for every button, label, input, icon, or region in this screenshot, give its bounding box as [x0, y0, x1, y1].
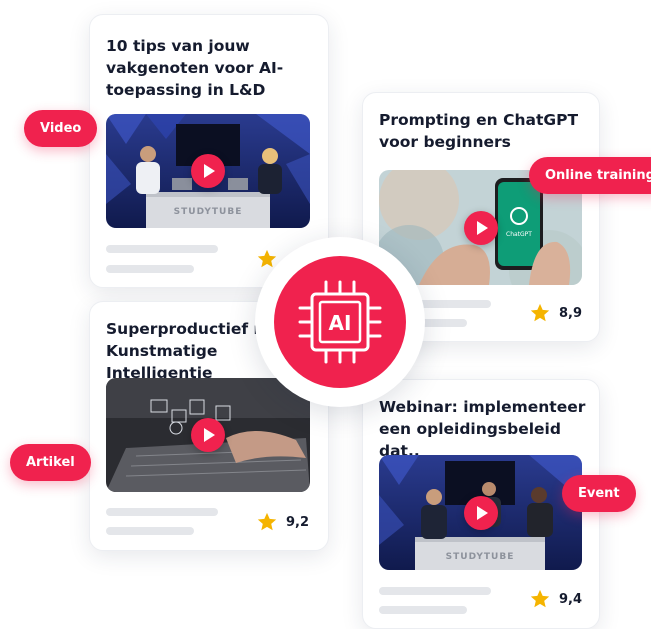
play-button[interactable] — [191, 154, 225, 188]
play-button[interactable] — [191, 418, 225, 452]
video-thumbnail[interactable]: STUDYTUBE — [379, 455, 582, 570]
placeholder-line — [106, 508, 218, 516]
rating: 8,9 — [529, 302, 582, 324]
placeholder-line — [106, 245, 218, 253]
card-title: 10 tips van jouw vakgenoten voor AI- toe… — [106, 37, 284, 99]
tag-video: Video — [24, 110, 98, 147]
star-icon — [257, 512, 277, 531]
video-thumbnail[interactable] — [106, 378, 310, 492]
rating: 9,2 — [256, 511, 309, 533]
star-icon — [530, 303, 550, 322]
rating: 9,4 — [529, 588, 582, 610]
card-title: Prompting en ChatGPT voor beginners — [379, 111, 579, 151]
ai-label: AI — [329, 311, 352, 335]
video-thumbnail[interactable]: STUDYTUBE — [106, 114, 310, 228]
rating-score: 8,9 — [559, 305, 583, 321]
ai-chip-icon: AI — [298, 280, 382, 364]
star-icon — [530, 589, 550, 608]
card-title: Webinar: implementeer een opleidingsbele… — [379, 398, 586, 460]
tag-online-training: Online training — [529, 157, 651, 194]
tag-event: Event — [562, 475, 636, 512]
studytube-logo-text: STUDYTUBE — [446, 552, 515, 562]
ai-badge: AI — [255, 237, 425, 407]
placeholder-line — [379, 606, 467, 614]
tag-artikel: Artikel — [10, 444, 91, 481]
placeholder-line — [379, 587, 491, 595]
chatgpt-screen-text: ChatGPT — [506, 231, 532, 238]
rating-score: 9,2 — [286, 514, 310, 530]
play-button[interactable] — [463, 495, 498, 530]
studytube-logo-text: STUDYTUBE — [174, 207, 243, 217]
course-card-1[interactable]: 10 tips van jouw vakgenoten voor AI- toe… — [89, 14, 329, 288]
placeholder-line — [106, 265, 194, 273]
placeholder-line — [106, 527, 194, 535]
ai-badge-core: AI — [274, 256, 406, 388]
rating-score: 9,4 — [559, 591, 583, 607]
play-button[interactable] — [463, 210, 498, 245]
